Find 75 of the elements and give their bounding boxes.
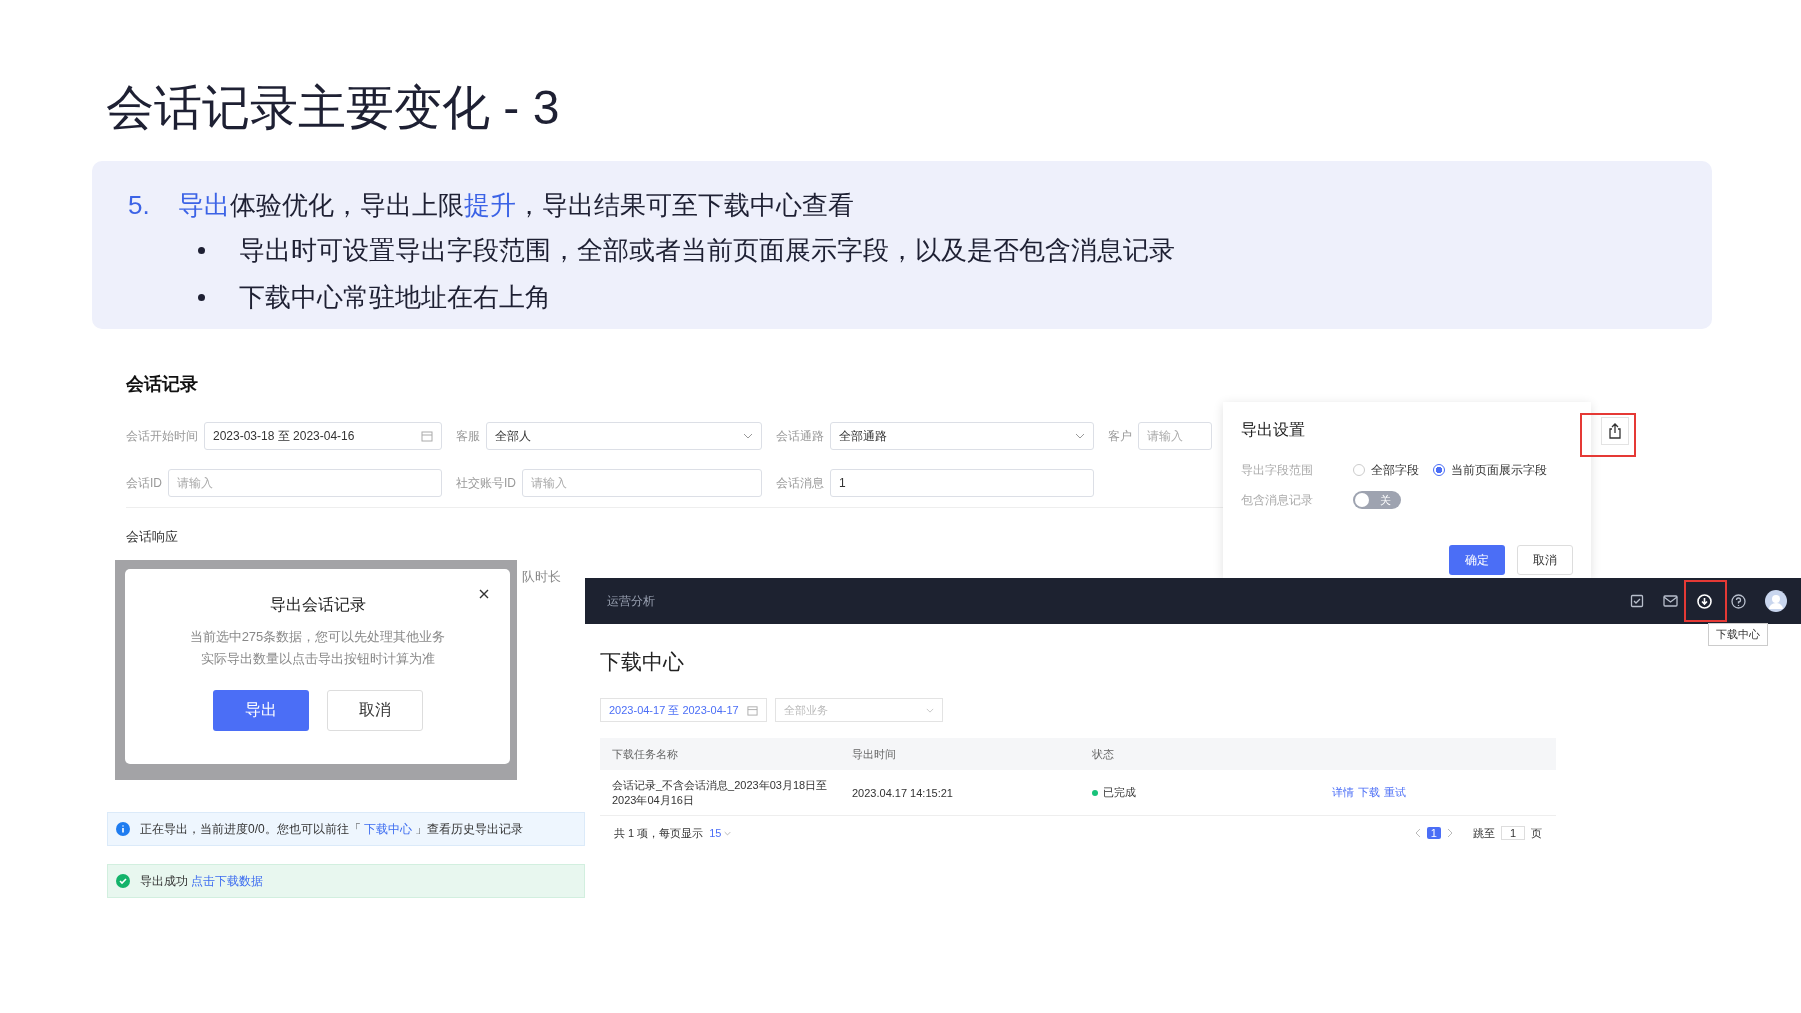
filter-label: 客服 bbox=[456, 427, 480, 445]
slide-title: 会话记录主要变化 - 3 bbox=[106, 80, 560, 136]
page-unit: 页 bbox=[1531, 825, 1542, 841]
alert-text: 正在导出，当前进度0/0。您也可以前往「 下载中心 」查看历史导出记录 bbox=[140, 820, 524, 838]
download-icon[interactable] bbox=[1697, 593, 1712, 609]
page-input[interactable]: 1 bbox=[1500, 826, 1525, 840]
select-field[interactable]: 全部通路 bbox=[830, 422, 1094, 450]
page-title: 下载中心 bbox=[600, 649, 685, 675]
column-header: 下载任务名称 bbox=[612, 746, 679, 762]
mail-icon[interactable] bbox=[1663, 595, 1678, 607]
bullet-text: 下载中心常驻地址在右上角 bbox=[239, 281, 551, 314]
alert-text: 导出成功 点击下载数据 bbox=[140, 872, 264, 890]
input-field[interactable]: 1 bbox=[830, 469, 1094, 497]
chevron-down-icon bbox=[1075, 433, 1085, 439]
page-number[interactable]: 1 bbox=[1426, 827, 1441, 839]
info-icon bbox=[116, 822, 130, 836]
filter-label: 队时长 bbox=[522, 568, 561, 586]
point-text: 导出体验优化，导出上限提升，导出结果可至下载中心查看 bbox=[177, 188, 854, 222]
bullet-text: 导出时可设置导出字段范围，全部或者当前页面展示字段，以及是否包含消息记录 bbox=[239, 234, 1175, 267]
filter-label: 会话ID bbox=[126, 474, 162, 492]
section-label: 会话响应 bbox=[126, 528, 179, 546]
calendar-icon bbox=[746, 704, 758, 716]
filter-label: 会话消息 bbox=[776, 474, 824, 492]
filter-label: 会话通路 bbox=[776, 427, 824, 445]
table-cell-text: 会话记录_不含会话消息_2023年03月18日至2023年04月16日 bbox=[612, 778, 829, 807]
radio-option[interactable]: 全部字段 bbox=[1353, 461, 1419, 479]
input-field[interactable]: 请输入 bbox=[522, 469, 762, 497]
export-button[interactable] bbox=[1601, 417, 1629, 445]
input-field[interactable]: 请输入 bbox=[168, 469, 442, 497]
avatar-icon[interactable] bbox=[1765, 590, 1787, 612]
filter-label: 客户 bbox=[1108, 427, 1132, 445]
dialog-button[interactable]: 导出 bbox=[212, 690, 309, 731]
help-icon[interactable] bbox=[1731, 593, 1746, 609]
date-field[interactable]: 2023-03-18 至 2023-04-16 bbox=[204, 422, 442, 450]
check-icon bbox=[116, 874, 130, 888]
checklist-icon[interactable] bbox=[1630, 594, 1644, 608]
tooltip: 下载中心 bbox=[1708, 623, 1768, 646]
dialog-button[interactable]: 取消 bbox=[326, 690, 423, 731]
status-text: 已完成 bbox=[1103, 785, 1136, 800]
chevron-down-icon bbox=[743, 433, 753, 439]
table-cell-text: 2023.04.17 14:15:21 bbox=[852, 786, 954, 799]
field-label: 包含消息记录 bbox=[1241, 491, 1314, 509]
date-field[interactable]: 2023-04-17 至 2023-04-17 bbox=[600, 698, 767, 722]
select-field[interactable]: 全部人 bbox=[486, 422, 762, 450]
dialog-title: 导出会话记录 bbox=[268, 595, 367, 615]
popover-title: 导出设置 bbox=[1241, 420, 1306, 440]
input-field[interactable]: 请输入 bbox=[1138, 422, 1212, 450]
share-icon bbox=[1608, 423, 1622, 439]
page-size-select[interactable]: 15 bbox=[709, 827, 732, 839]
action-link[interactable]: 重试 bbox=[1384, 785, 1406, 800]
action-link[interactable]: 详情 bbox=[1332, 785, 1354, 800]
bullet-icon bbox=[198, 294, 205, 301]
field-label: 导出字段范围 bbox=[1241, 461, 1314, 479]
column-header: 导出时间 bbox=[852, 746, 897, 762]
close-icon[interactable] bbox=[479, 589, 489, 599]
action-link[interactable]: 下载 bbox=[1358, 785, 1380, 800]
filter-label: 会话开始时间 bbox=[126, 427, 198, 445]
app-title: 运营分析 bbox=[607, 592, 655, 610]
filter-label: 社交账号ID bbox=[456, 474, 516, 492]
toggle-switch[interactable]: 关 bbox=[1353, 491, 1401, 509]
dialog-message: 当前选中275条数据，您可以先处理其他业务 实际导出数量以点击导出按钮时计算为准 bbox=[188, 628, 447, 668]
column-header: 状态 bbox=[1092, 746, 1115, 762]
chevron-down-icon bbox=[724, 830, 732, 836]
list-number: 5. bbox=[128, 189, 150, 221]
jump-label: 跳至 bbox=[1472, 825, 1495, 841]
section-title: 会话记录 bbox=[126, 373, 199, 396]
bullet-icon bbox=[198, 247, 205, 254]
radio-option[interactable]: 当前页面展示字段 bbox=[1433, 461, 1547, 479]
dialog-button[interactable]: 取消 bbox=[1517, 545, 1573, 575]
total-text: 共 1 项，每页显示 bbox=[614, 825, 704, 841]
dialog-button[interactable]: 确定 bbox=[1449, 545, 1505, 575]
alert-link[interactable]: 点击下载数据 bbox=[191, 873, 264, 888]
alert-link[interactable]: 下载中心 bbox=[364, 821, 412, 836]
calendar-icon bbox=[421, 430, 433, 442]
chevron-down-icon bbox=[925, 707, 934, 713]
